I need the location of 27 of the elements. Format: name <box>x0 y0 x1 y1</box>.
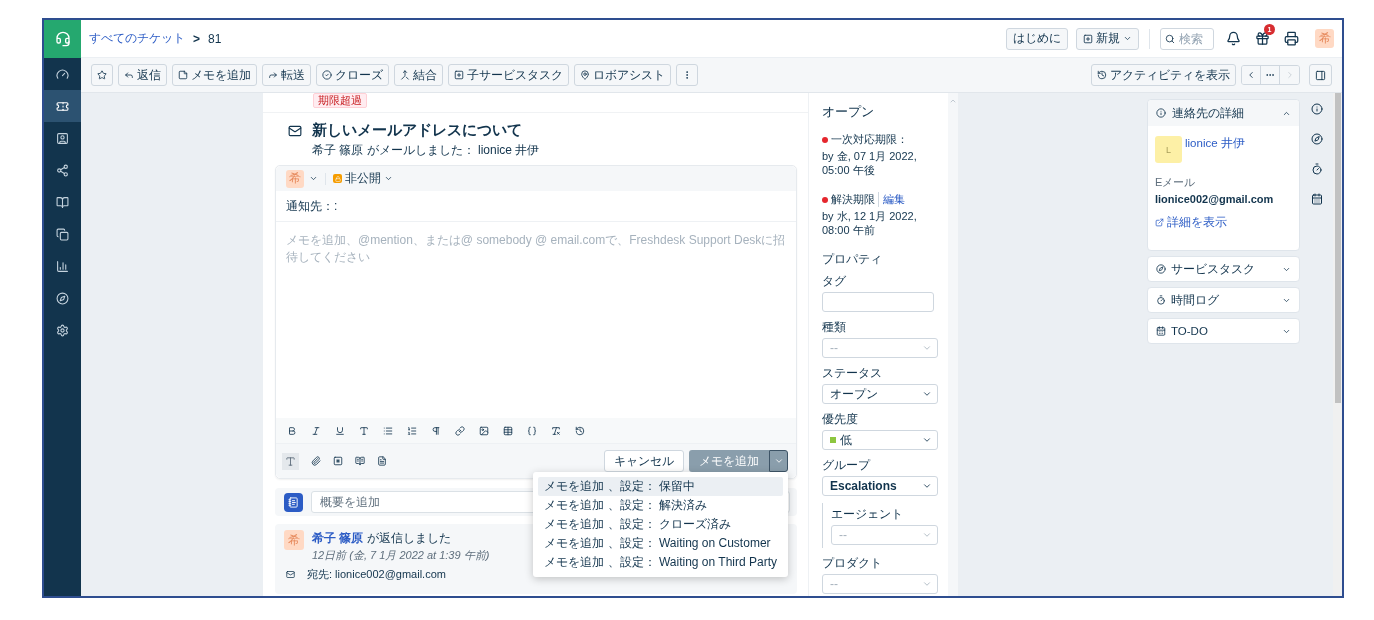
breadcrumb-separator: > <box>193 31 200 46</box>
sla-label: 解決期限 <box>831 192 875 207</box>
sla-label: 一次対応期限： <box>831 132 908 147</box>
reply-time: 12日前 (金, 7 1月 2022 at 1:39 午前) <box>312 548 490 563</box>
due-date: by 金, 07 1月 2022, 05:00 午後 <box>822 149 918 177</box>
ticket-number: 81 <box>208 31 222 46</box>
ticket-meta: 希子 篠原 がメールしました： lionice 井伊 <box>312 142 540 159</box>
overdue-badge: 期限超過 <box>313 93 367 108</box>
notify-label: 通知先：: <box>276 191 796 222</box>
field-label: 優先度 <box>822 411 859 428</box>
ticket-subject: 新しいメールアドレスについて <box>312 121 523 140</box>
field-label: タグ <box>822 273 847 290</box>
user-avatar: 希 <box>284 530 304 550</box>
field-label: 種類 <box>822 319 847 336</box>
recipient-text: 宛先: lionice002@gmail.com <box>307 567 446 582</box>
field-label: ステータス <box>822 365 883 382</box>
field-label: エージェント <box>831 506 904 523</box>
status-title: オープン <box>822 103 875 121</box>
email-text: lionice002@gmail.com <box>1155 193 1275 205</box>
section-title: プロパティ <box>822 251 883 268</box>
due-date: by 水, 12 1月 2022, 08:00 午前 <box>822 209 918 237</box>
field-label: プロダクト <box>822 555 883 572</box>
contact-title: 連絡先の詳細 <box>1172 105 1245 121</box>
contact-avatar: L <box>1155 136 1182 163</box>
email-label: Eメール <box>1155 175 1197 190</box>
reply-heading: 希子 篠原 が返信しました <box>312 530 452 547</box>
field-label: グループ <box>822 457 872 474</box>
